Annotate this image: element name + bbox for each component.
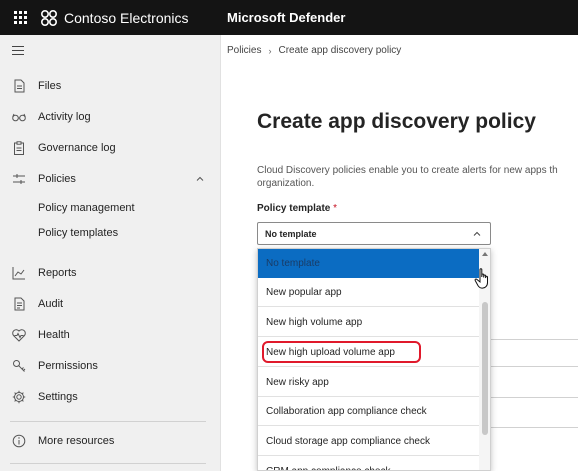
sidebar-item-label: Settings	[38, 391, 78, 403]
policy-template-label-text: Policy template	[257, 203, 331, 214]
hamburger-menu-icon[interactable]	[12, 46, 26, 56]
sidebar-item-label: More resources	[38, 435, 115, 447]
sidebar-item-health[interactable]: Health	[0, 322, 220, 348]
sidebar-item-governance-log[interactable]: Governance log	[0, 135, 220, 161]
required-indicator: *	[333, 203, 338, 214]
scrollbar-thumb[interactable]	[482, 302, 488, 435]
breadcrumb-item-policies[interactable]: Policies	[227, 45, 261, 56]
sidebar-item-label: Files	[38, 80, 62, 92]
sidebar-item-permissions[interactable]: Permissions	[0, 353, 220, 379]
sidebar-divider	[10, 421, 206, 422]
highlight-annotation	[262, 341, 421, 363]
page-title: Create app discovery policy	[257, 110, 536, 133]
contoso-logo-icon	[40, 9, 58, 26]
form-divider	[491, 427, 578, 428]
option-new-high-volume-app[interactable]: New high volume app	[258, 308, 480, 337]
top-bar: Contoso Electronics Microsoft Defender	[0, 0, 578, 35]
policy-template-listbox: No template New popular app New high vol…	[257, 248, 491, 471]
key-icon	[13, 360, 26, 372]
gear-icon	[12, 390, 26, 404]
hand-pointer-cursor-icon	[474, 268, 488, 289]
page-description-continued: organization.	[257, 178, 315, 189]
sidebar-item-activity-log[interactable]: Activity log	[0, 104, 220, 130]
chevron-right-icon: ›	[268, 45, 272, 56]
info-icon	[12, 434, 26, 448]
document-icon	[14, 297, 25, 311]
sidebar-item-files[interactable]: Files	[0, 73, 220, 99]
option-new-popular-app[interactable]: New popular app	[258, 278, 480, 307]
sidebar-item-label: Health	[38, 329, 70, 341]
sidebar-item-policies[interactable]: Policies	[0, 166, 220, 192]
sidebar-item-label: Activity log	[38, 111, 91, 123]
heart-pulse-icon	[12, 329, 26, 342]
sidebar-item-label: Audit	[38, 298, 64, 310]
files-icon	[14, 79, 25, 93]
sidebar-item-policy-management[interactable]: Policy management	[0, 195, 220, 221]
policy-template-dropdown[interactable]: No template	[257, 222, 491, 245]
brand-name: Contoso Electronics	[64, 9, 189, 26]
sidebar-item-reports[interactable]: Reports	[0, 260, 220, 286]
option-new-risky-app[interactable]: New risky app	[258, 368, 480, 397]
brand[interactable]: Contoso Electronics	[40, 0, 227, 35]
sliders-icon	[13, 174, 25, 184]
main-content: Policies › Create app discovery policy C…	[222, 35, 578, 471]
sidebar-item-label: Permissions	[38, 360, 98, 372]
form-divider	[491, 339, 578, 340]
sidebar-item-label: Policies	[38, 173, 76, 185]
chevron-up-icon	[473, 231, 481, 236]
sidebar-item-more-resources[interactable]: More resources	[0, 428, 220, 454]
option-no-template[interactable]: No template	[258, 249, 480, 278]
sidebar-item-audit[interactable]: Audit	[0, 291, 220, 317]
sidebar: Files Activity log Governance log Polici…	[0, 35, 221, 471]
sidebar-subitem-label: Policy templates	[38, 227, 119, 239]
option-crm-app-compliance-check[interactable]: CRM app compliance check	[258, 457, 480, 471]
chevron-up-icon[interactable]	[196, 175, 204, 183]
form-divider	[491, 366, 578, 367]
sidebar-item-label: Governance log	[38, 142, 116, 154]
page-description: Cloud Discovery policies enable you to c…	[257, 165, 558, 176]
policy-template-value: No template	[265, 229, 317, 239]
breadcrumb-item-current: Create app discovery policy	[278, 45, 402, 56]
clipboard-icon	[14, 141, 24, 155]
option-collaboration-app-compliance-check[interactable]: Collaboration app compliance check	[258, 397, 480, 426]
app-launcher-icon	[13, 11, 27, 24]
breadcrumb: Policies › Create app discovery policy	[227, 45, 401, 56]
app-launcher-button[interactable]	[0, 0, 40, 35]
glasses-icon	[12, 113, 26, 122]
sidebar-item-policy-templates[interactable]: Policy templates	[0, 220, 220, 246]
chart-line-icon	[12, 267, 25, 280]
option-cloud-storage-app-compliance-check[interactable]: Cloud storage app compliance check	[258, 427, 480, 456]
form-divider	[491, 397, 578, 398]
sidebar-item-settings[interactable]: Settings	[0, 384, 220, 410]
sidebar-divider	[10, 463, 206, 464]
scroll-up-arrow-icon[interactable]	[482, 252, 488, 256]
product-name: Microsoft Defender	[227, 10, 346, 25]
sidebar-subitem-label: Policy management	[38, 202, 135, 214]
sidebar-item-label: Reports	[38, 267, 77, 279]
policy-template-label: Policy template *	[257, 203, 337, 214]
